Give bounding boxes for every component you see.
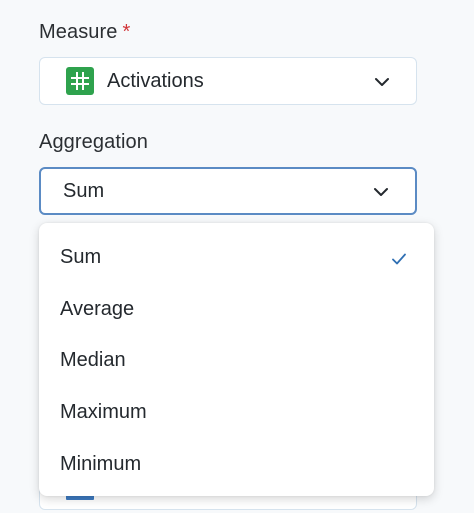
chevron-down-icon[interactable] [374,75,390,87]
option-median[interactable]: Median [39,335,434,387]
option-label: Minimum [60,452,142,475]
measure-label: Measure * [39,21,130,44]
option-label: Average [60,297,135,320]
measure-select[interactable]: Activations [39,57,417,105]
aggregation-dropdown-menu: Sum Average Median Maximum Minimum [39,223,434,496]
measure-label-text: Measure [39,21,118,43]
option-label: Median [60,349,126,372]
aggregation-value: Sum [63,179,105,202]
option-average[interactable]: Average [39,284,434,336]
option-sum[interactable]: Sum [39,232,434,284]
option-label: Maximum [60,401,147,424]
aggregation-select[interactable]: Sum [39,167,417,215]
settings-panel: Measure * Activations Aggregation Sum Su… [0,0,474,513]
chevron-down-icon[interactable] [373,185,389,197]
option-minimum[interactable]: Minimum [39,438,434,490]
checkmark-icon [391,250,407,266]
option-label: Sum [60,246,102,269]
required-marker: * [122,21,131,43]
measure-value: Activations [107,69,204,92]
aggregation-label: Aggregation [39,131,148,153]
grid-hash-icon [66,67,94,95]
option-maximum[interactable]: Maximum [39,387,434,439]
